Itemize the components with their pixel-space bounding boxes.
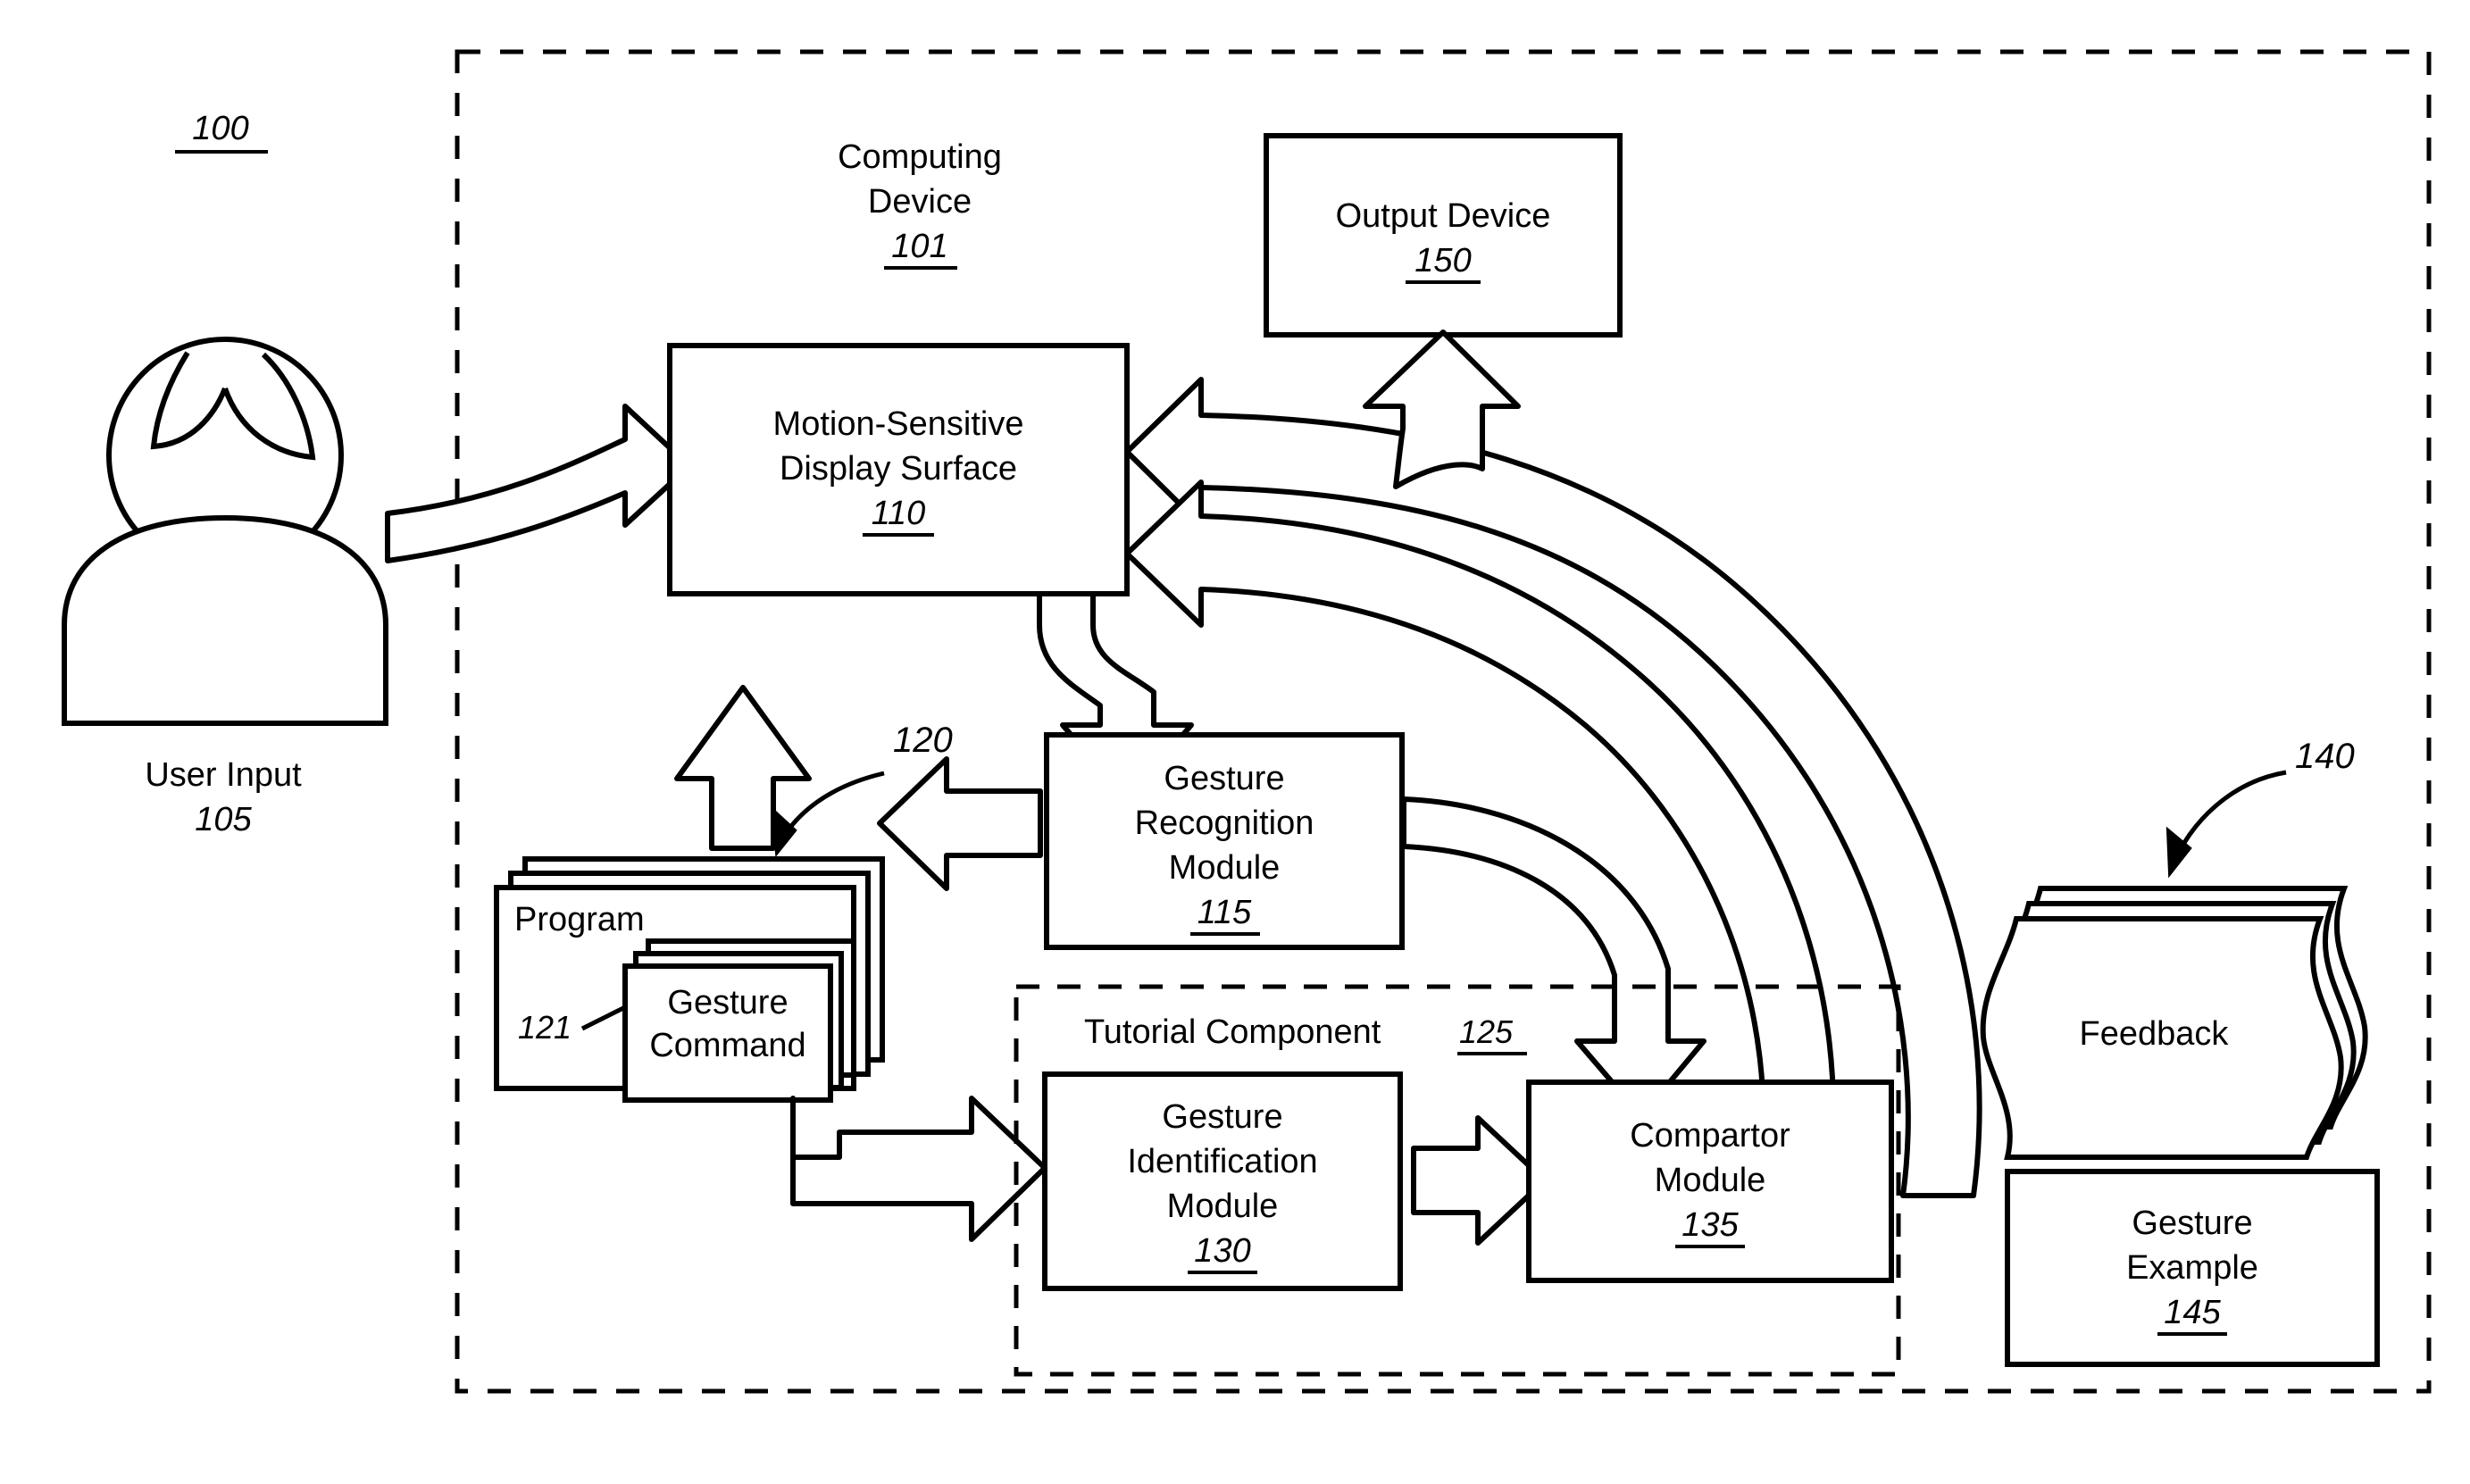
gesture-recognition-label-line2: Recognition: [1135, 805, 1314, 842]
gesture-command-label-line1: Gesture: [667, 984, 788, 1021]
computing-device-title-line1: Computing: [838, 138, 1002, 176]
gesture-example-label-line1: Gesture: [2132, 1205, 2252, 1242]
gesture-recognition-label-line3: Module: [1169, 849, 1281, 887]
leader-line-120: [774, 771, 885, 850]
gesture-example-label-line2: Example: [2126, 1249, 2258, 1287]
leader-line-140: [2169, 770, 2287, 869]
arrow-identification-to-compartor: [1411, 1115, 1548, 1246]
figure-ref-100: 100: [192, 110, 248, 147]
gesture-example-ref: 145: [2164, 1294, 2221, 1331]
leader-arrowhead-120: [771, 806, 797, 858]
output-device-label: Output Device: [1336, 197, 1551, 235]
compartor-module-label-line2: Module: [1655, 1162, 1766, 1199]
tutorial-component-label: Tutorial Component: [1084, 1013, 1381, 1051]
display-surface-label-line1: Motion-Sensitive: [773, 405, 1024, 443]
arrow-user-to-display: [385, 404, 692, 563]
person-icon: [62, 337, 388, 726]
gesture-recognition-label-line1: Gesture: [1164, 760, 1284, 797]
tutorial-component-ref: 125: [1459, 1013, 1514, 1050]
compartor-module-label-line1: Compartor: [1630, 1117, 1790, 1155]
gesture-command-ref-121: 121: [518, 1009, 572, 1046]
output-device-ref: 150: [1414, 242, 1471, 279]
gesture-recognition-ref: 115: [1197, 894, 1252, 931]
compartor-module-ref: 135: [1681, 1206, 1739, 1244]
gesture-command-label-line2: Command: [649, 1027, 805, 1064]
gesture-identification-label-line2: Identification: [1127, 1143, 1317, 1180]
output-device-box[interactable]: [1264, 133, 1623, 338]
user-input-ref: 105: [195, 801, 252, 838]
gesture-identification-label-line3: Module: [1167, 1188, 1279, 1225]
user-input-label: User Input: [145, 756, 302, 794]
feedback-ref-140: 140: [2295, 737, 2355, 776]
feedback-label: Feedback: [2080, 1015, 2230, 1053]
arrow-recognition-to-compartor: [1401, 796, 1706, 1119]
program-label: Program: [514, 901, 645, 938]
arrow-recognition-to-program: [877, 756, 1043, 891]
figure-canvas: 100 Computing Device 101 User Input 105 …: [62, 49, 2432, 1394]
computing-device-title-line2: Device: [868, 183, 972, 221]
program-stack-ref-120: 120: [893, 721, 953, 760]
gesture-identification-label-line1: Gesture: [1162, 1098, 1282, 1136]
computing-device-ref: 101: [891, 228, 947, 265]
gesture-identification-ref: 130: [1194, 1232, 1250, 1270]
display-surface-label-line2: Display Surface: [780, 450, 1017, 488]
display-surface-ref: 110: [872, 495, 926, 532]
